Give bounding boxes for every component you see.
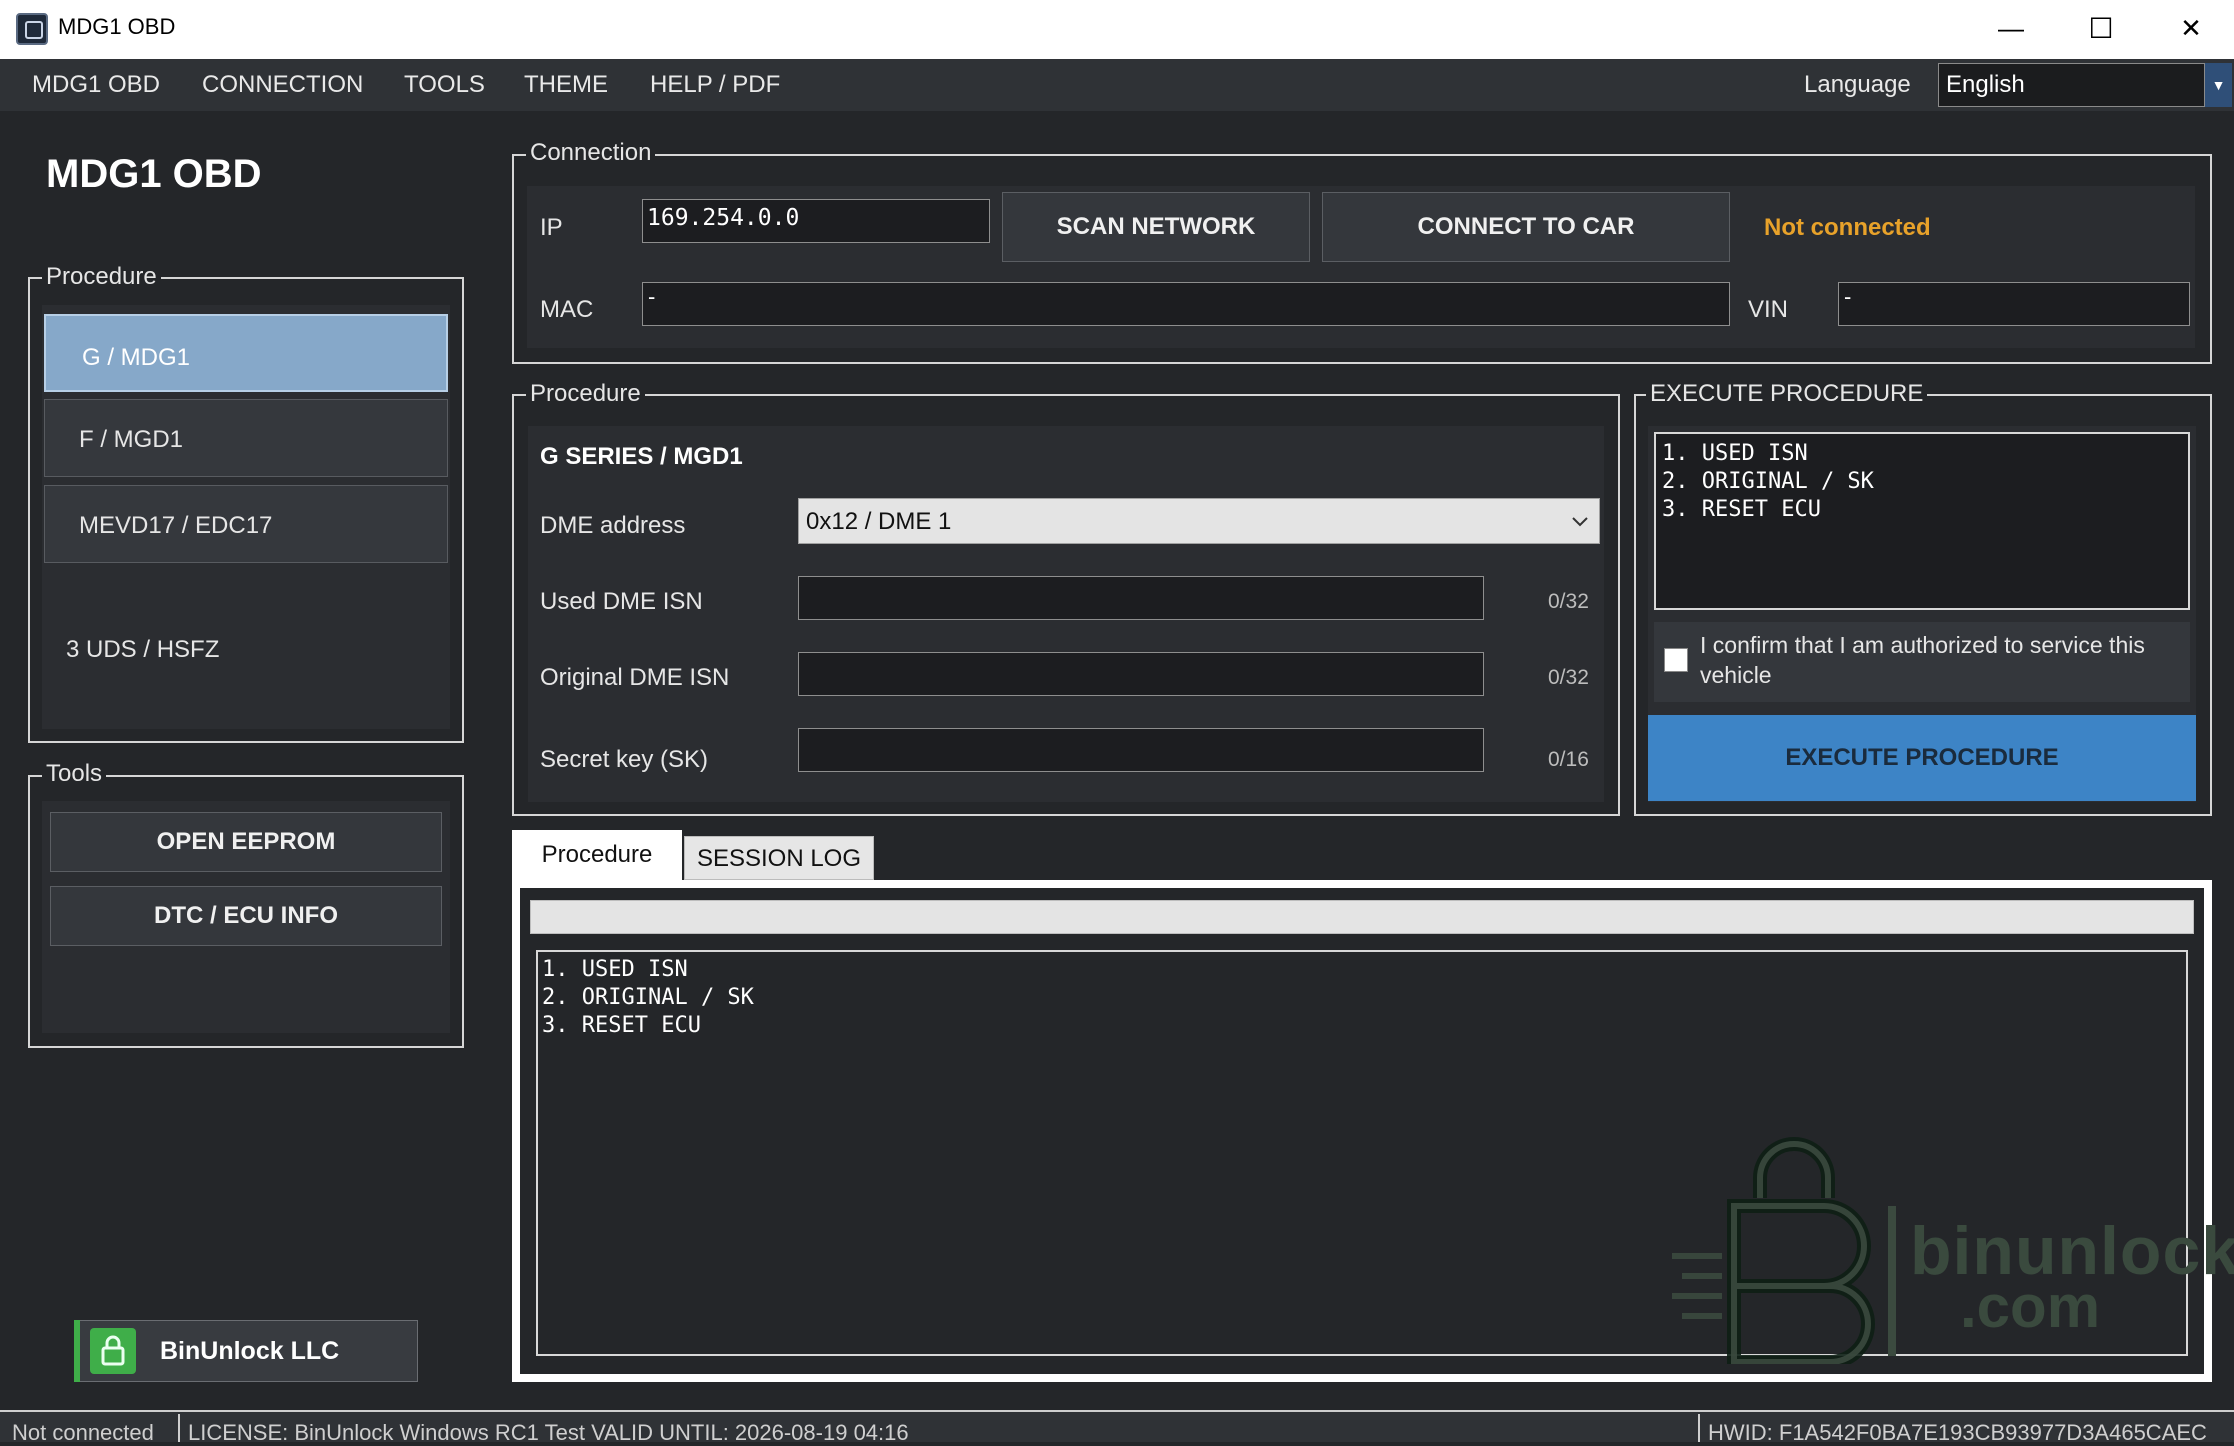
connect-to-car-button[interactable]: CONNECT TO CAR: [1322, 192, 1730, 262]
status-divider: [1698, 1414, 1700, 1442]
original-isn-counter: 0/32: [1548, 666, 1589, 689]
scan-network-button[interactable]: SCAN NETWORK: [1002, 192, 1310, 262]
log-line-2: 2. ORIGINAL / SK: [542, 985, 754, 1010]
language-label: Language: [1804, 71, 1911, 98]
execute-procedure-button[interactable]: EXECUTE PROCEDURE: [1648, 715, 2196, 801]
dme-address-label: DME address: [540, 512, 686, 539]
original-isn-input[interactable]: [798, 652, 1484, 696]
original-isn-label: Original DME ISN: [540, 664, 730, 691]
app-title: MDG1 OBD: [46, 152, 262, 196]
used-isn-counter: 0/32: [1548, 590, 1589, 613]
connection-status: Not connected: [1764, 214, 1931, 241]
watermark-text-2: .com: [1960, 1273, 2101, 1340]
close-button[interactable]: ✕: [2146, 0, 2234, 59]
used-isn-label: Used DME ISN: [540, 588, 703, 615]
status-divider: [178, 1414, 180, 1442]
language-value: English: [1946, 71, 2025, 98]
step-3: 3. RESET ECU: [1662, 497, 1821, 522]
confirm-checkbox[interactable]: [1664, 648, 1688, 672]
chevron-down-icon: [1568, 506, 1592, 536]
series-title: G SERIES / MGD1: [540, 443, 743, 470]
window-title: MDG1 OBD: [58, 14, 176, 39]
log-line-3: 3. RESET ECU: [542, 1013, 701, 1038]
chevron-down-icon[interactable]: ▼: [2204, 63, 2232, 107]
vin-value: -: [1844, 284, 1852, 309]
ip-value: 169.254.0.0: [647, 205, 800, 231]
menu-help-pdf[interactable]: HELP / PDF: [650, 71, 780, 99]
brand-label: BinUnlock LLC: [160, 1337, 340, 1365]
status-hwid: HWID: F1A542F0BA7E193CB93977D3A465CAEC: [1708, 1420, 2207, 1445]
menu-theme[interactable]: THEME: [524, 71, 608, 99]
ip-label: IP: [540, 214, 563, 241]
procedure-f-mgd1[interactable]: F / MGD1: [44, 399, 448, 477]
step-2: 2. ORIGINAL / SK: [1662, 469, 1874, 494]
procedure-uds-hsfz[interactable]: 3 UDS / HSFZ: [66, 636, 219, 664]
mac-input[interactable]: [642, 282, 1730, 326]
secret-key-input[interactable]: [798, 728, 1484, 772]
procedure-g-mdg1[interactable]: G / MDG1: [44, 314, 448, 392]
maximize-button[interactable]: ☐: [2056, 0, 2146, 59]
status-connection: Not connected: [12, 1420, 154, 1445]
status-license: LICENSE: BinUnlock Windows RC1 Test VALI…: [188, 1420, 909, 1445]
confirm-text: I confirm that I am authorized to servic…: [1700, 632, 2145, 688]
dme-address-value: 0x12 / DME 1: [806, 508, 952, 535]
mac-label: MAC: [540, 296, 594, 323]
brand-accent: [74, 1320, 80, 1382]
open-eeprom-button[interactable]: OPEN EEPROM: [50, 812, 442, 872]
dtc-ecu-info-button[interactable]: DTC / ECU INFO: [50, 886, 442, 946]
menu-tools[interactable]: TOOLS: [404, 71, 485, 99]
vin-input[interactable]: [1838, 282, 2190, 326]
procedure-detail-title: Procedure: [526, 380, 645, 408]
app-icon: [16, 13, 48, 45]
procedure-group-title: Procedure: [42, 263, 161, 291]
mac-value: -: [648, 284, 656, 309]
tab-session-log[interactable]: SESSION LOG: [684, 836, 874, 880]
title-bar: [0, 0, 2234, 59]
brand-lock-icon: [90, 1328, 136, 1374]
binunlock-logo-icon: [1664, 1136, 1894, 1369]
minimize-button[interactable]: —: [1966, 0, 2056, 59]
progress-bar: [530, 900, 2194, 934]
menu-mdg1obd[interactable]: MDG1 OBD: [32, 71, 160, 99]
vin-label: VIN: [1748, 296, 1789, 323]
used-isn-input[interactable]: [798, 576, 1484, 620]
log-line-1: 1. USED ISN: [542, 957, 688, 982]
procedure-mevd17-edc17[interactable]: MEVD17 / EDC17: [44, 485, 448, 563]
secret-key-counter: 0/16: [1548, 748, 1589, 771]
menu-connection[interactable]: CONNECTION: [202, 71, 363, 99]
tools-group-title: Tools: [42, 760, 107, 788]
connection-group-title: Connection: [526, 139, 656, 167]
tab-procedure[interactable]: Procedure: [512, 830, 682, 882]
secret-key-label: Secret key (SK): [540, 746, 709, 773]
log-box[interactable]: [536, 950, 2188, 1356]
execute-group-title: EXECUTE PROCEDURE: [1646, 380, 1928, 408]
step-1: 1. USED ISN: [1662, 441, 1808, 466]
watermark-divider: [1888, 1206, 1896, 1356]
